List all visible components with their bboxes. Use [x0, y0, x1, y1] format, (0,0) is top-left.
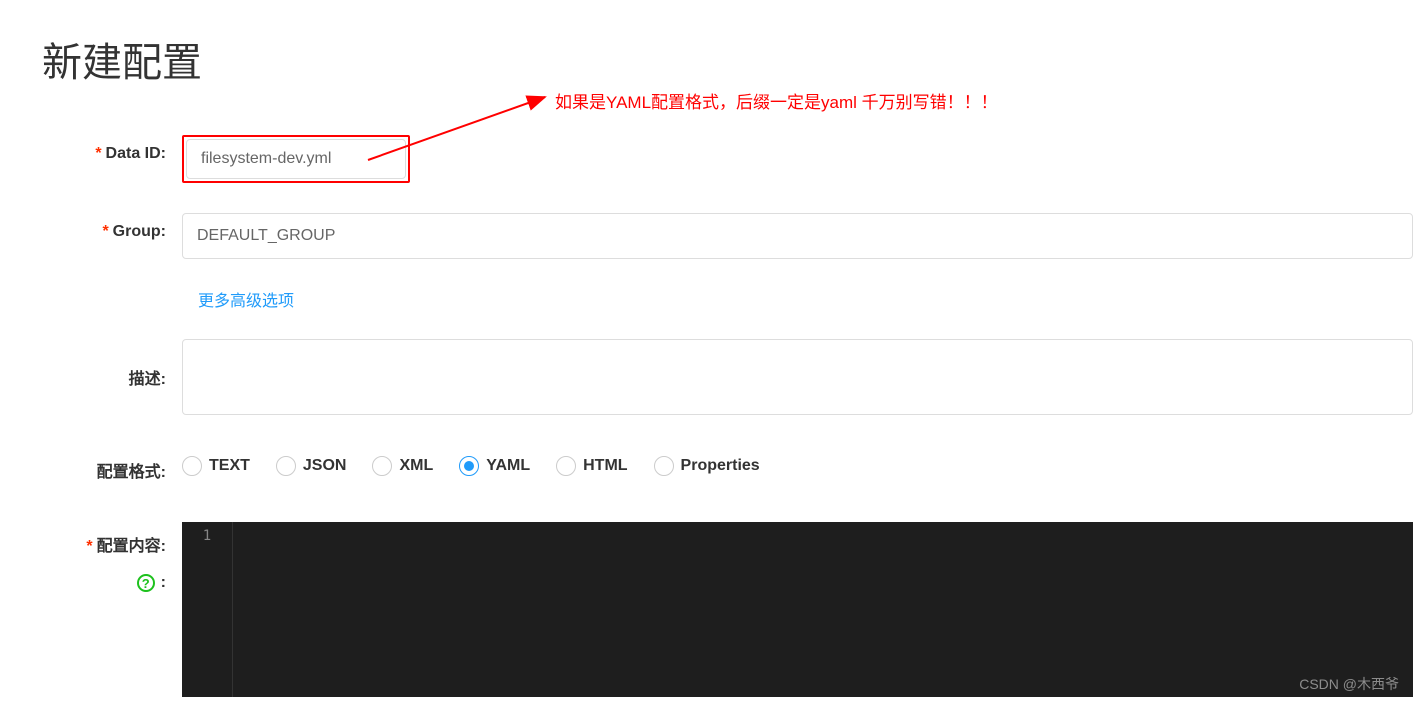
watermark: CSDN @木西爷 [1299, 674, 1399, 694]
radio-option-html[interactable]: HTML [556, 456, 627, 476]
format-row: 配置格式: TEXT JSON XML YAML HTML Properties [0, 448, 1413, 482]
radio-circle [654, 456, 674, 476]
required-star: * [95, 145, 101, 162]
required-star: * [102, 223, 108, 240]
data-id-highlight-box [182, 135, 410, 183]
radio-option-json[interactable]: JSON [276, 456, 347, 476]
required-star: * [86, 538, 92, 555]
data-id-row: *Data ID: [0, 135, 1413, 183]
radio-label: HTML [583, 457, 627, 475]
data-id-input[interactable] [186, 139, 406, 179]
help-icon[interactable]: ? [137, 574, 155, 592]
radio-option-text[interactable]: TEXT [182, 456, 250, 476]
annotation-text: 如果是YAML配置格式，后缀一定是yaml 千万别写错！！！ [555, 88, 998, 113]
radio-circle [459, 456, 479, 476]
description-row: 描述: [0, 339, 1413, 420]
group-row: *Group: [0, 213, 1413, 259]
code-editor[interactable]: 1 [182, 522, 1413, 697]
radio-circle [372, 456, 392, 476]
radio-circle [556, 456, 576, 476]
radio-label: Properties [681, 457, 760, 475]
help-row: ? : [42, 556, 166, 592]
radio-option-xml[interactable]: XML [372, 456, 433, 476]
radio-label: XML [399, 457, 433, 475]
radio-label: JSON [303, 457, 347, 475]
group-input[interactable] [182, 213, 1413, 259]
radio-circle [182, 456, 202, 476]
radio-dot [464, 461, 474, 471]
advanced-options-link[interactable]: 更多高级选项 [0, 287, 1413, 311]
line-number: 1 [182, 522, 232, 697]
description-label: 描述: [42, 339, 182, 389]
radio-option-properties[interactable]: Properties [654, 456, 760, 476]
content-label: *配置内容: [42, 522, 166, 556]
data-id-label: *Data ID: [42, 135, 182, 163]
group-label: *Group: [42, 213, 182, 241]
format-radio-group: TEXT JSON XML YAML HTML Properties [182, 448, 760, 476]
description-input[interactable] [182, 339, 1413, 415]
radio-label: YAML [486, 457, 530, 475]
radio-option-yaml[interactable]: YAML [459, 456, 530, 476]
format-label: 配置格式: [42, 448, 182, 482]
editor-content[interactable] [232, 522, 1413, 697]
content-row: *配置内容: ? : 1 [0, 522, 1413, 697]
radio-label: TEXT [209, 457, 250, 475]
radio-circle [276, 456, 296, 476]
help-colon: : [161, 574, 166, 592]
